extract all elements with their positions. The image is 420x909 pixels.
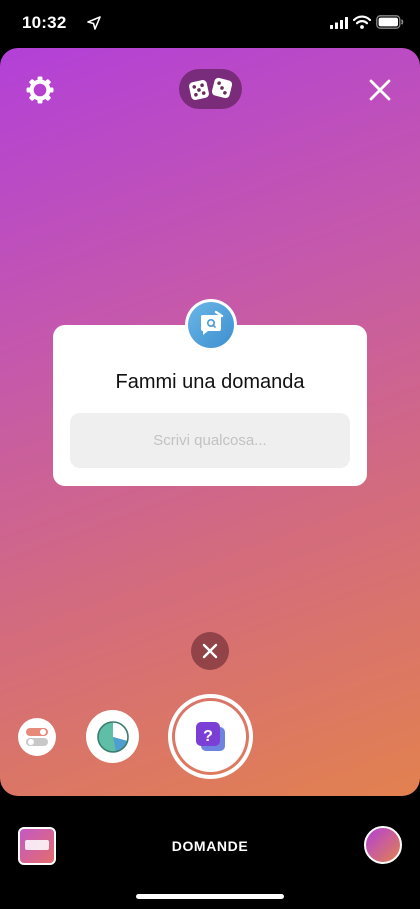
battery-icon (376, 15, 404, 29)
sticker-title: Fammi una domanda (115, 371, 305, 393)
dice-icon (188, 77, 232, 100)
toggle-sticker-icon (26, 728, 48, 746)
status-time: 10:32 (22, 13, 67, 32)
wifi-icon (353, 15, 371, 29)
settings-icon[interactable] (25, 75, 55, 105)
close-icon (202, 643, 218, 659)
bottom-bar: DOMANDE (0, 796, 420, 909)
home-indicator (136, 894, 284, 899)
sticker-avatar (185, 299, 237, 351)
color-swatch-button[interactable] (364, 826, 402, 864)
status-bar: 10:32 (0, 0, 420, 48)
sticker-answer-input[interactable]: Scrivi qualcosa... (70, 413, 350, 468)
questions-sticker-icon: ? (195, 721, 225, 751)
dice-button[interactable] (179, 69, 242, 109)
story-canvas[interactable]: Fammi una domanda Scrivi qualcosa... ? (0, 48, 420, 796)
cellular-signal-icon (330, 17, 348, 29)
delete-sticker-button[interactable] (191, 632, 229, 670)
shutter-glyph: ? (203, 728, 213, 745)
toggle-sticker-button[interactable] (18, 718, 56, 756)
question-sticker[interactable]: Fammi una domanda Scrivi qualcosa... (53, 299, 367, 486)
quiz-sticker-icon (96, 720, 129, 753)
mode-label[interactable]: DOMANDE (0, 838, 420, 854)
quiz-sticker-button[interactable] (86, 710, 139, 763)
location-arrow-icon (87, 16, 101, 30)
close-icon[interactable] (368, 78, 392, 102)
shutter-button[interactable]: ? (168, 694, 253, 779)
question-bubble-icon (201, 310, 224, 335)
